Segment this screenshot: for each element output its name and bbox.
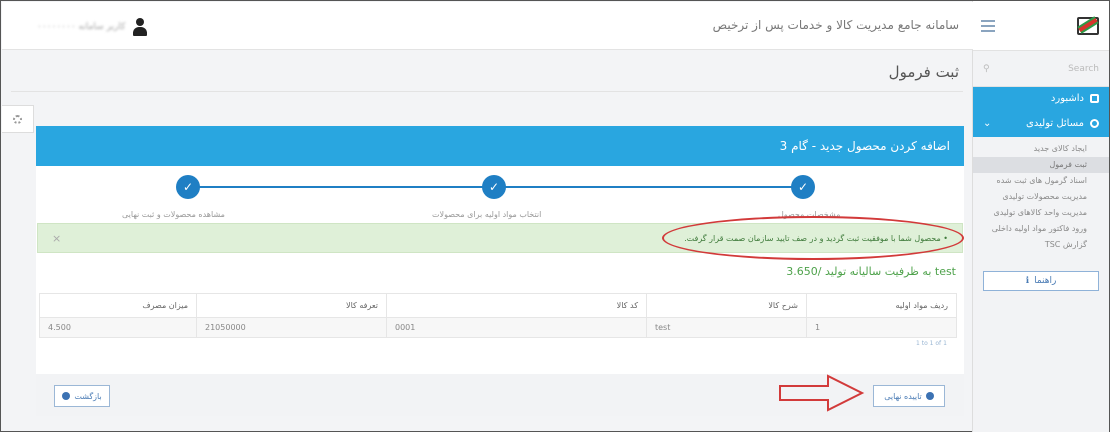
column-header[interactable]: ردیف مواد اولیه (806, 293, 957, 318)
confirm-button-label: تاییده نهایی (884, 391, 922, 401)
annotation-ellipse (662, 216, 964, 260)
check-circle-icon (925, 392, 934, 400)
top-header: سامانه جامع مدیریت کالا و خدمات پس از تر… (2, 2, 973, 50)
app-title: سامانه جامع مدیریت کالا و خدمات پس از تر… (712, 18, 959, 32)
sidebar-subitem[interactable]: اسناد گرمول های ثبت شده (973, 173, 1109, 189)
table-cell: test (646, 317, 807, 338)
sidebar-search[interactable]: Search ⚲ (973, 51, 1109, 87)
sidebar-item-label: داشبورد (1050, 92, 1084, 104)
step-label-3: مشاهده محصولات و ثبت نهایی (122, 210, 225, 219)
table-header-row: ردیف مواد اولیه شرح کالا کد کالا تعرفه ک… (39, 293, 957, 318)
app-window: Search ⚲ داشبورد مسائل تولیدی ⌄ ایجاد کا… (0, 0, 1110, 432)
back-circle-icon (62, 392, 71, 400)
sidebar-subitem[interactable]: ایجاد کالای جدید (973, 141, 1109, 157)
divider (11, 91, 963, 92)
gear-icon (1090, 118, 1099, 128)
column-header[interactable]: شرح کالا (646, 293, 807, 318)
table-pagination-info: 1 to 1 of 1 (916, 340, 947, 347)
info-icon: ℹ (1025, 276, 1030, 286)
gear-icon (13, 114, 22, 124)
sidebar-subitem[interactable]: ورود فاکتور مواد اولیه داخلی (973, 221, 1109, 237)
table-row[interactable]: 1 test 0001 21050000 4.500 (39, 317, 957, 338)
user-menu[interactable]: کاربر سامانه ۰۰۰۰۰۰۰۰ (37, 18, 148, 36)
sidebar-subitem[interactable]: گزارش TSC (973, 237, 1109, 253)
dashboard-icon (1090, 93, 1099, 103)
confirm-button[interactable]: تاییده نهایی (873, 385, 945, 407)
page-title: ثبت فرمول (888, 63, 959, 81)
column-header[interactable]: میزان مصرف (39, 293, 197, 318)
sidebar-item-label: مسائل تولیدی (1026, 117, 1084, 129)
help-button[interactable]: راهنما ℹ (983, 271, 1099, 291)
back-button-label: بازگشت (74, 391, 102, 401)
capacity-text: test به ظرفیت سالیانه تولید /3.650 (786, 265, 956, 278)
sidebar-item-dashboard[interactable]: داشبورد (973, 87, 1109, 109)
search-input[interactable]: Search (1068, 64, 1099, 74)
column-header[interactable]: کد کالا (386, 293, 647, 318)
table-cell: 4.500 (39, 317, 197, 338)
step-1-check-icon[interactable]: ✓ (791, 175, 815, 199)
table-cell: 21050000 (196, 317, 387, 338)
sidebar-item-production[interactable]: مسائل تولیدی ⌄ (973, 109, 1109, 137)
hamburger-menu-icon[interactable] (981, 19, 995, 32)
help-label: راهنما (1034, 276, 1057, 286)
settings-toggle[interactable] (2, 105, 34, 133)
search-icon[interactable]: ⚲ (983, 64, 990, 74)
sidebar-subitem[interactable]: مدیریت محصولات تولیدی (973, 189, 1109, 205)
sidebar-subitem[interactable]: مدیریت واحد کالاهای تولیدی (973, 205, 1109, 221)
close-icon[interactable]: × (52, 232, 61, 245)
user-name: کاربر سامانه ۰۰۰۰۰۰۰۰ (37, 22, 126, 32)
card-header: اضافه کردن محصول جدید - گام 3 (36, 126, 964, 166)
step-2-check-icon[interactable]: ✓ (482, 175, 506, 199)
back-button[interactable]: بازگشت (54, 385, 110, 407)
logo (1075, 13, 1101, 39)
chevron-down-icon: ⌄ (983, 117, 992, 129)
step-3-check-icon[interactable]: ✓ (176, 175, 200, 199)
table-cell: 1 (806, 317, 957, 338)
sidebar-nav: داشبورد مسائل تولیدی ⌄ (973, 87, 1109, 137)
step-label-2: انتخاب مواد اولیه برای محصولات (432, 210, 542, 219)
sidebar-subitem-active[interactable]: ثبت فرمول (973, 157, 1109, 173)
table-cell: 0001 (386, 317, 647, 338)
sidebar: Search ⚲ داشبورد مسائل تولیدی ⌄ ایجاد کا… (972, 1, 1109, 432)
annotation-arrow-icon (779, 374, 865, 412)
sidebar-header (973, 1, 1109, 51)
user-icon (133, 18, 148, 36)
column-header[interactable]: تعرفه کالا (196, 293, 387, 318)
sidebar-submenu: ایجاد کالای جدید ثبت فرمول اسناد گرمول ه… (973, 137, 1109, 259)
materials-table: ردیف مواد اولیه شرح کالا کد کالا تعرفه ک… (39, 293, 957, 338)
